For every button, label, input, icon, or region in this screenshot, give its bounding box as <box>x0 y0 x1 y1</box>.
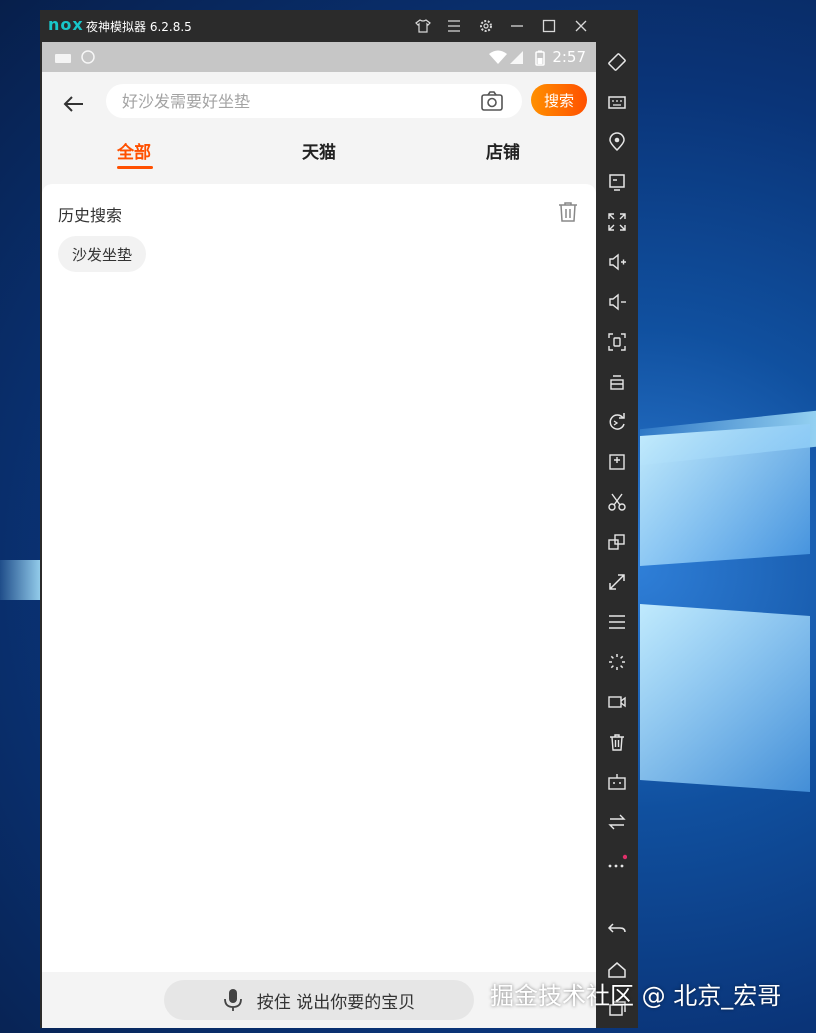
trash-icon[interactable] <box>556 200 580 224</box>
nox-status-icon <box>80 50 96 64</box>
nox-logo: nox <box>48 15 84 34</box>
signal-icon <box>508 50 524 64</box>
multi-instance-icon[interactable] <box>607 532 627 552</box>
status-bar: 2:57 <box>42 42 596 72</box>
screen-icon[interactable] <box>607 172 627 192</box>
microphone-icon <box>223 989 242 1011</box>
keyboard-icon[interactable] <box>607 92 627 112</box>
menu-icon[interactable] <box>443 15 465 37</box>
add-apk-icon[interactable] <box>607 452 627 472</box>
tab-tmall[interactable]: 天猫 <box>302 138 336 163</box>
robot-icon[interactable] <box>607 772 627 792</box>
volume-up-icon[interactable] <box>607 252 627 272</box>
voice-label: 按住 说出你要的宝贝 <box>256 992 416 1013</box>
back-icon[interactable] <box>607 918 627 938</box>
emulator-toolbar <box>596 10 638 1028</box>
more-icon[interactable] <box>607 852 627 872</box>
history-chip[interactable]: 沙发坐垫 <box>58 236 147 272</box>
search-box[interactable] <box>106 84 522 118</box>
light-beam <box>0 560 40 600</box>
minimize-icon[interactable] <box>506 15 528 37</box>
voice-search-button[interactable]: 按住 说出你要的宝贝 <box>164 980 474 1020</box>
apk-install-icon[interactable] <box>607 372 627 392</box>
resize-icon[interactable] <box>607 572 627 592</box>
android-screen: 2:57 搜索 全部 天猫 店铺 历史搜索 沙发坐垫 <box>42 42 596 1028</box>
location-icon[interactable] <box>607 132 627 152</box>
close-icon[interactable] <box>570 15 592 37</box>
window-pane <box>640 604 810 792</box>
history-title: 历史搜索 <box>58 206 123 225</box>
volume-down-icon[interactable] <box>607 292 627 312</box>
search-input[interactable] <box>122 84 462 118</box>
settings-icon[interactable] <box>475 15 497 37</box>
tab-all[interactable]: 全部 <box>117 138 151 163</box>
search-button[interactable]: 搜索 <box>531 84 587 116</box>
skin-icon[interactable] <box>412 15 434 37</box>
delete-icon[interactable] <box>607 732 627 752</box>
back-arrow-icon[interactable] <box>60 90 88 118</box>
video-record-icon[interactable] <box>607 692 627 712</box>
wifi-icon <box>488 50 508 64</box>
battery-icon <box>534 50 546 66</box>
title-bar: nox 夜神模拟器 6.2.8.5 <box>40 10 638 42</box>
keyboard-status-icon <box>54 50 72 64</box>
watermark: 掘金技术社区 @ 北京_宏哥 <box>490 982 782 1010</box>
screenshot-icon[interactable] <box>607 332 627 352</box>
search-history-panel: 历史搜索 沙发坐垫 <box>42 184 596 972</box>
swap-icon[interactable] <box>607 812 627 832</box>
tab-active-indicator <box>117 166 153 169</box>
camera-icon[interactable] <box>480 89 504 113</box>
maximize-icon[interactable] <box>538 15 560 37</box>
cut-icon[interactable] <box>607 492 627 512</box>
fullscreen-icon[interactable] <box>607 212 627 232</box>
clock: 2:57 <box>552 48 586 66</box>
window-title: 夜神模拟器 6.2.8.5 <box>86 20 192 34</box>
loading-icon[interactable] <box>607 652 627 672</box>
tab-shops[interactable]: 店铺 <box>486 138 520 163</box>
sync-icon[interactable] <box>607 412 627 432</box>
window-pane <box>640 424 810 566</box>
emulator-window: nox 夜神模拟器 6.2.8.5 2:57 好沙发需要好坐垫 搜索 全部 天猫… <box>40 10 638 1028</box>
menu-icon[interactable] <box>607 612 627 632</box>
rotate-icon[interactable] <box>607 52 627 72</box>
